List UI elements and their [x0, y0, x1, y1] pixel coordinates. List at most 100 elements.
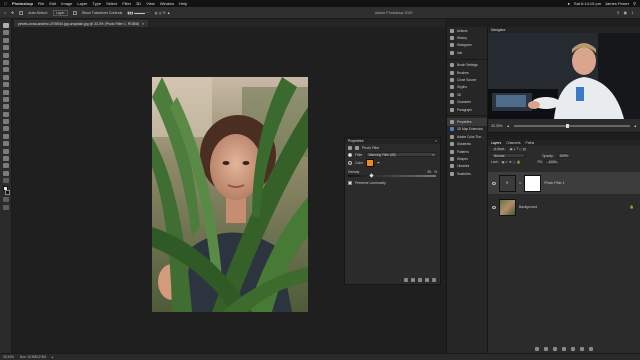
layer-row-photo-filter[interactable]: ◐ ∞ Photo Filter 1 — [488, 172, 640, 194]
fx-icon[interactable] — [544, 347, 548, 351]
show-transform-checkbox[interactable] — [72, 10, 77, 15]
align-icons[interactable]: ▮▮▮ ▬▬▬ ⋯ — [127, 11, 149, 15]
menu-image[interactable]: Image — [61, 1, 72, 6]
zoom-tool-icon[interactable] — [2, 170, 9, 176]
more-tools-icon[interactable] — [2, 178, 9, 184]
dock-item-history[interactable]: History — [447, 34, 487, 41]
status-zoom[interactable]: 33.33% — [3, 355, 14, 359]
zoom-in-icon[interactable]: ▲ — [634, 124, 637, 128]
clip-to-layer-icon[interactable] — [404, 278, 408, 282]
link-layers-icon[interactable] — [535, 347, 539, 351]
history-brush-tool-icon[interactable] — [2, 96, 9, 102]
wifi-icon[interactable]: ● — [567, 1, 569, 6]
dock-item-actions[interactable]: Actions — [447, 27, 487, 34]
dock-item-patterns[interactable]: Patterns — [447, 148, 487, 155]
brush-tool-icon[interactable] — [2, 82, 9, 88]
menu-3d[interactable]: 3D — [136, 1, 141, 6]
search-icon[interactable]: ⚲ — [633, 1, 636, 6]
new-adjustment-icon[interactable] — [562, 347, 566, 351]
dock-item-3d-map-extension[interactable]: 3D Map Extension — [447, 126, 487, 133]
navigator-zoom-value[interactable]: 33.33% — [491, 124, 503, 128]
filter-color-swatch[interactable] — [366, 159, 375, 167]
menu-file[interactable]: File — [38, 1, 44, 6]
pen-tool-icon[interactable] — [2, 133, 9, 139]
status-doc-info[interactable]: Doc: 12.9M/12.9M — [20, 355, 46, 359]
menu-view[interactable]: View — [146, 1, 155, 6]
type-tool-icon[interactable] — [2, 141, 9, 147]
quick-select-tool-icon[interactable] — [2, 45, 9, 51]
screen-mode-icon[interactable] — [2, 204, 9, 210]
trash-icon[interactable] — [589, 347, 593, 351]
document-tab[interactable]: pexels-anna-andrew-4709044.jpg-unsplash.… — [14, 20, 149, 27]
layer-thumbnail[interactable] — [499, 198, 516, 216]
mask-thumbnail[interactable] — [524, 174, 542, 192]
dock-item-brushes[interactable]: Brushes — [447, 69, 487, 76]
clock[interactable]: Sat 6:14:15 pm — [574, 1, 601, 6]
menu-edit[interactable]: Edit — [49, 1, 56, 6]
home-icon[interactable]: ⌂ — [4, 11, 6, 15]
gradient-tool-icon[interactable] — [2, 111, 9, 117]
zoom-out-icon[interactable]: ▲ — [507, 124, 510, 128]
fill-input[interactable]: 100% — [545, 159, 560, 165]
layer-row-background[interactable]: Background 🔒 — [488, 196, 640, 218]
menu-select[interactable]: Select — [106, 1, 117, 6]
dock-item-properties[interactable]: Properties — [447, 118, 487, 126]
eraser-tool-icon[interactable] — [2, 104, 9, 110]
dock-item-adobe-color[interactable]: Adobe Color The... — [447, 133, 487, 140]
auto-select-dropdown[interactable]: Layer — [52, 9, 68, 16]
blur-tool-icon[interactable] — [2, 119, 9, 125]
density-value[interactable]: 25 — [427, 170, 431, 174]
navigator-zoom-slider[interactable] — [513, 123, 630, 128]
filter-icons[interactable]: ▣ ◕ T ▢ ▧ — [510, 147, 526, 151]
color-radio[interactable] — [348, 161, 352, 165]
app-menu[interactable]: Photoshop — [12, 1, 33, 6]
dock-item-histogram[interactable]: Histogram — [447, 42, 487, 49]
move-tool-icon[interactable]: ✥ — [11, 11, 14, 15]
user-name[interactable]: James Fewer — [605, 1, 629, 6]
3d-mode-icons[interactable]: ◍ ◎ ⟳ ▲ — [155, 11, 171, 15]
apple-icon[interactable]:  — [4, 1, 7, 6]
path-select-tool-icon[interactable] — [2, 148, 9, 154]
add-mask-icon[interactable] — [553, 347, 557, 351]
quick-mask-icon[interactable] — [2, 197, 9, 203]
preserve-luminosity-checkbox[interactable] — [348, 181, 352, 185]
close-icon[interactable]: × — [142, 22, 144, 26]
move-tool-icon[interactable] — [2, 23, 9, 28]
reset-icon[interactable] — [418, 278, 422, 282]
share-icon[interactable]: ⇧ — [631, 11, 634, 15]
crop-tool-icon[interactable] — [2, 52, 9, 58]
tab-paths[interactable]: Paths — [526, 141, 535, 145]
menu-type[interactable]: Type — [92, 1, 101, 6]
layer-name[interactable]: Photo Filter 1 — [544, 181, 564, 185]
lasso-tool-icon[interactable] — [2, 37, 9, 43]
hand-tool-icon[interactable] — [2, 163, 9, 169]
visibility-icon[interactable] — [425, 278, 429, 282]
opacity-input[interactable]: 100% — [556, 153, 571, 159]
layer-kind-dropdown[interactable]: ⚲ Kind — [491, 146, 507, 152]
frame-tool-icon[interactable] — [2, 59, 9, 65]
marquee-tool-icon[interactable] — [2, 30, 9, 36]
dock-item-3d[interactable]: 3D — [447, 91, 487, 98]
dodge-tool-icon[interactable] — [2, 126, 9, 132]
dock-item-clone-source[interactable]: Clone Source — [447, 76, 487, 83]
menu-layer[interactable]: Layer — [77, 1, 87, 6]
eyedropper-icon[interactable]: ✒ — [377, 161, 380, 165]
link-icon[interactable]: ∞ — [519, 181, 521, 185]
dock-item-libraries[interactable]: Libraries — [447, 163, 487, 170]
dock-item-character[interactable]: Character — [447, 99, 487, 106]
dock-item-brush-settings[interactable]: Brush Settings — [447, 62, 487, 69]
adjustment-thumbnail[interactable]: ◐ — [499, 174, 516, 192]
search-icon[interactable]: ⚲ — [617, 11, 620, 15]
dock-item-glyphs[interactable]: Glyphs — [447, 84, 487, 91]
workspace-icon[interactable]: ▣ — [624, 11, 627, 15]
navigator-zoom-knob[interactable] — [565, 123, 569, 128]
healing-brush-tool-icon[interactable] — [2, 74, 9, 80]
mask-icon[interactable] — [355, 145, 359, 150]
filter-dropdown[interactable]: Warming Filter (85) ▾ — [365, 152, 437, 157]
blend-mode-dropdown[interactable]: Normal — [491, 153, 525, 159]
eyedropper-tool-icon[interactable] — [2, 67, 9, 73]
lock-icons[interactable]: ▣ ✒ ✥ ▢ 🔒 — [502, 160, 521, 164]
document-image[interactable] — [152, 77, 308, 312]
dock-item-shapes[interactable]: Shapes — [447, 155, 487, 162]
filter-radio[interactable] — [348, 152, 352, 157]
